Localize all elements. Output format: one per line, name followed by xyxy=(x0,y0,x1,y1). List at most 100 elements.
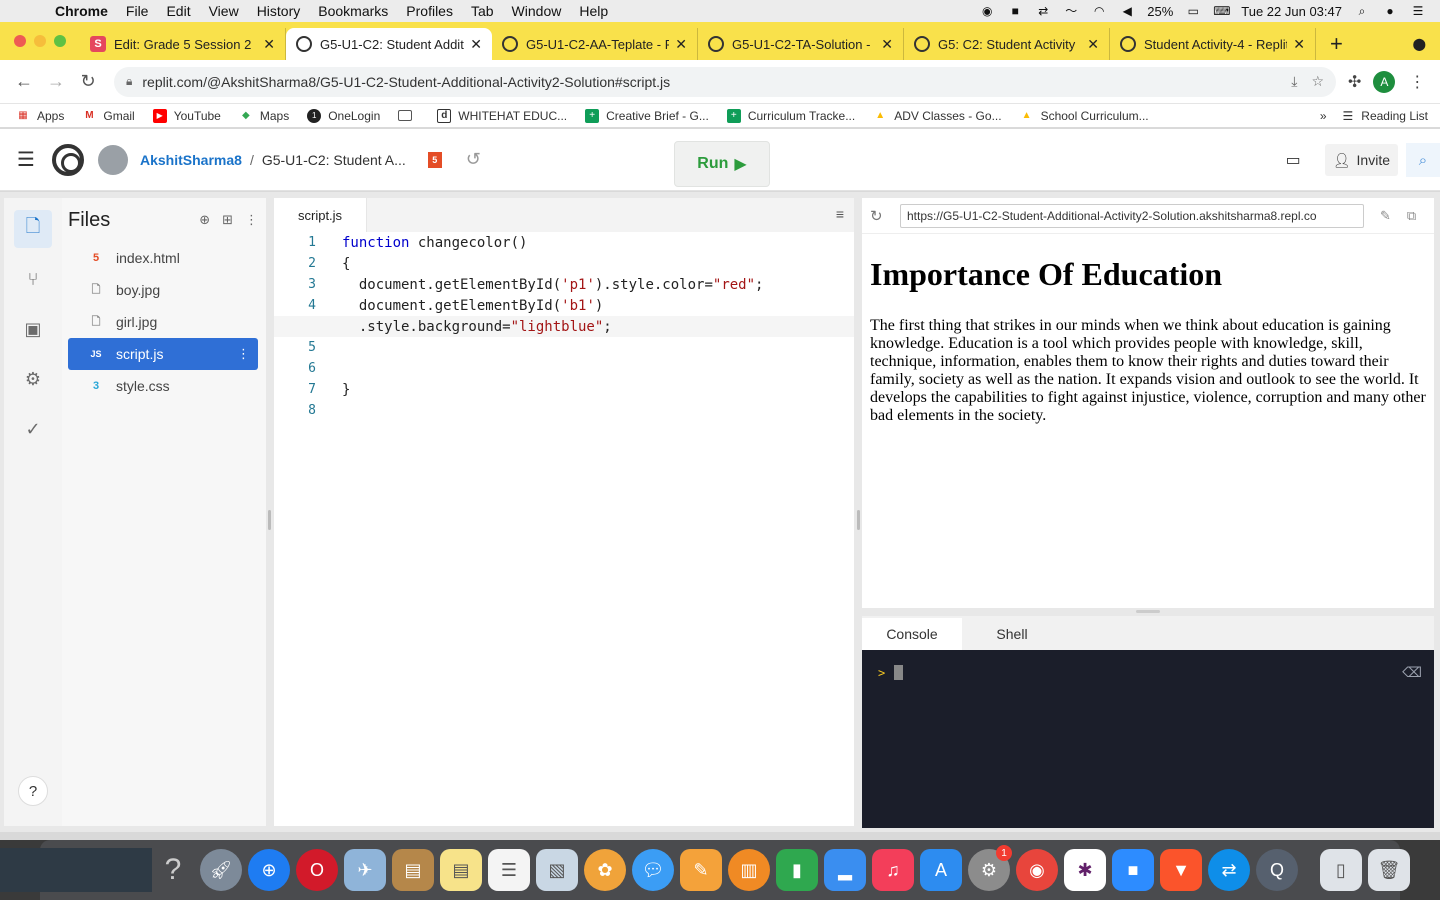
new-folder-icon[interactable]: ⊞ xyxy=(222,212,233,228)
quicktime-icon[interactable]: Q xyxy=(1256,849,1298,891)
teamviewer-app-icon[interactable]: ⇄ xyxy=(1208,849,1250,891)
user-avatar[interactable] xyxy=(98,144,128,175)
tab-search-chevron-icon[interactable]: ⬤ xyxy=(1413,28,1426,60)
help-button[interactable]: ? xyxy=(18,776,48,806)
messages-icon[interactable]: 💬︎ xyxy=(632,849,674,891)
bookmark-creative-brief[interactable]: + Creative Brief - G... xyxy=(585,108,709,123)
repl-name[interactable]: G5-U1-C2: Student A... xyxy=(262,152,406,168)
bookmark-apps[interactable]: ▦ Apps xyxy=(16,109,64,123)
system-preferences-icon[interactable]: ⚙ 1 xyxy=(968,845,1012,891)
opera-icon[interactable]: O xyxy=(296,849,338,891)
zoom-icon[interactable]: ■ xyxy=(1007,4,1023,18)
files-more-icon[interactable]: ⋮ xyxy=(245,212,258,228)
record-icon[interactable]: ◉ xyxy=(979,4,995,18)
console-output[interactable]: > ⌫ xyxy=(862,650,1434,828)
checkmark-icon[interactable]: ✓ xyxy=(14,410,52,448)
brave-icon[interactable]: ▼ xyxy=(1160,849,1202,891)
file-item-style-css[interactable]: 3 style.css xyxy=(68,370,258,402)
search-icon[interactable]: ⌕ xyxy=(1406,143,1440,177)
edit-pencil-icon[interactable]: ✎ xyxy=(1380,208,1391,224)
music-icon[interactable]: ♫ xyxy=(872,849,914,891)
resize-handle[interactable] xyxy=(857,510,860,530)
maximize-window-button[interactable] xyxy=(54,35,66,47)
reload-icon[interactable]: ↻ xyxy=(72,71,104,92)
bookmark-whitehat[interactable]: d WHITEHAT EDUC... xyxy=(437,108,567,123)
bookmark-adv-classes[interactable]: ▲ ADV Classes - Go... xyxy=(873,109,1001,123)
spotlight-search-icon[interactable]: ⌕ xyxy=(1354,4,1370,18)
username-link[interactable]: AkshitSharma8 xyxy=(140,152,242,168)
menu-edit[interactable]: Edit xyxy=(157,3,199,19)
preview-app-icon[interactable]: ✈ xyxy=(344,849,386,891)
bookmark-gmail[interactable]: M Gmail xyxy=(82,109,135,123)
resize-handle[interactable] xyxy=(268,510,271,530)
settings-gear-icon[interactable]: ⚙ xyxy=(14,360,52,398)
close-tab-icon[interactable]: ✕ xyxy=(1087,36,1099,53)
files-icon[interactable]: 🗋︎ xyxy=(14,210,52,248)
menu-help[interactable]: Help xyxy=(570,3,617,19)
bookmark-school-curriculum[interactable]: ▲ School Curriculum... xyxy=(1020,109,1149,123)
help-icon[interactable]: ? xyxy=(152,849,194,891)
editor-tab-script-js[interactable]: script.js xyxy=(274,198,368,232)
teamviewer-icon[interactable]: ⇄ xyxy=(1035,4,1051,18)
launchpad-icon[interactable]: 🚀︎ xyxy=(200,849,242,891)
contacts-icon[interactable]: ▤ xyxy=(392,849,434,891)
install-app-icon[interactable]: ⤓ xyxy=(1291,73,1297,90)
slack-icon[interactable]: ✱ xyxy=(1064,849,1106,891)
minimize-window-button[interactable] xyxy=(34,35,46,47)
address-bar[interactable]: 🔒︎ replit.com/@AkshitSharma8/G5-U1-C2-St… xyxy=(114,66,1336,97)
app-store-icon[interactable]: A xyxy=(920,849,962,891)
close-window-button[interactable] xyxy=(14,35,26,47)
file-item-boy-jpg[interactable]: 🗋︎ boy.jpg xyxy=(68,274,258,306)
extensions-puzzle-icon[interactable]: ✣ xyxy=(1348,72,1361,92)
siri-icon[interactable]: ● xyxy=(1382,4,1398,18)
back-arrow-icon[interactable]: ← xyxy=(8,71,40,92)
clock[interactable]: Tue 22 Jun 03:47 xyxy=(1241,4,1342,19)
menu-file[interactable]: File xyxy=(117,3,158,19)
packages-icon[interactable]: ▣ xyxy=(14,310,52,348)
notes-icon[interactable]: ▤ xyxy=(440,849,482,891)
chrome-icon[interactable]: ◉ xyxy=(1016,849,1058,891)
reminders-icon[interactable]: ☰ xyxy=(488,849,530,891)
browser-tab-active[interactable]: G5-U1-C2: Student Additional ✕ xyxy=(286,28,492,60)
volume-icon[interactable]: ◀ xyxy=(1119,4,1135,18)
clear-console-icon[interactable]: ⌫ xyxy=(1402,664,1422,681)
zoom-app-icon[interactable]: ■ xyxy=(1112,849,1154,891)
image-capture-icon[interactable]: ▧ xyxy=(536,849,578,891)
safari-icon[interactable]: ⊕ xyxy=(248,849,290,891)
file-item-girl-jpg[interactable]: 🗋︎ girl.jpg xyxy=(68,306,258,338)
invite-button[interactable]: 👤︎ Invite xyxy=(1324,144,1398,176)
preview-url-field[interactable]: https://G5-U1-C2-Student-Additional-Acti… xyxy=(900,203,1364,228)
code-area[interactable]: 1 function changecolor() 2 { 3 document.… xyxy=(274,232,854,421)
menu-tab[interactable]: Tab xyxy=(462,3,503,19)
numbers-icon[interactable]: ▮ xyxy=(776,849,818,891)
books-icon[interactable]: ▥ xyxy=(728,849,770,891)
forward-arrow-icon[interactable]: → xyxy=(40,71,72,92)
close-tab-icon[interactable]: ✕ xyxy=(470,36,482,53)
close-tab-icon[interactable]: ✕ xyxy=(881,36,893,53)
version-control-icon[interactable]: ⑂ xyxy=(14,260,52,298)
menu-bookmarks[interactable]: Bookmarks xyxy=(309,3,397,19)
browser-tab[interactable]: S Edit: Grade 5 Session 2 ✕ xyxy=(80,28,286,60)
browser-tab[interactable]: G5-U1-C2-AA-Teplate - Replit ✕ xyxy=(492,28,698,60)
chrome-menu-icon[interactable]: ⋮ xyxy=(1409,72,1425,92)
browser-tab[interactable]: Student Activity-4 - Replit ✕ xyxy=(1110,28,1316,60)
lock-icon[interactable]: 🔒︎ xyxy=(126,74,132,89)
menu-app-name[interactable]: Chrome xyxy=(46,3,117,19)
replit-logo-icon[interactable] xyxy=(52,143,84,176)
pages-icon[interactable]: ✎ xyxy=(680,849,722,891)
tab-shell[interactable]: Shell xyxy=(962,618,1062,650)
keyboard-icon[interactable]: ⌨ xyxy=(1213,4,1230,18)
close-tab-icon[interactable]: ✕ xyxy=(675,36,687,53)
format-code-icon[interactable]: ≡ xyxy=(836,206,844,222)
menu-window[interactable]: Window xyxy=(503,3,571,19)
html5-language-icon[interactable]: 5 xyxy=(427,151,442,168)
keynote-icon[interactable]: ▂ xyxy=(824,849,866,891)
menu-view[interactable]: View xyxy=(200,3,248,19)
browser-tab[interactable]: G5: C2: Student Activity ✕ xyxy=(904,28,1110,60)
activity-icon[interactable]: 〜 xyxy=(1063,4,1079,18)
address-url[interactable]: replit.com/@AkshitSharma8/G5-U1-C2-Stude… xyxy=(142,74,1277,90)
tab-console[interactable]: Console xyxy=(862,618,962,650)
profile-avatar[interactable]: A xyxy=(1373,70,1396,93)
photos-icon[interactable]: ✿ xyxy=(584,849,626,891)
trash-icon[interactable]: 🗑︎ xyxy=(1368,849,1410,891)
